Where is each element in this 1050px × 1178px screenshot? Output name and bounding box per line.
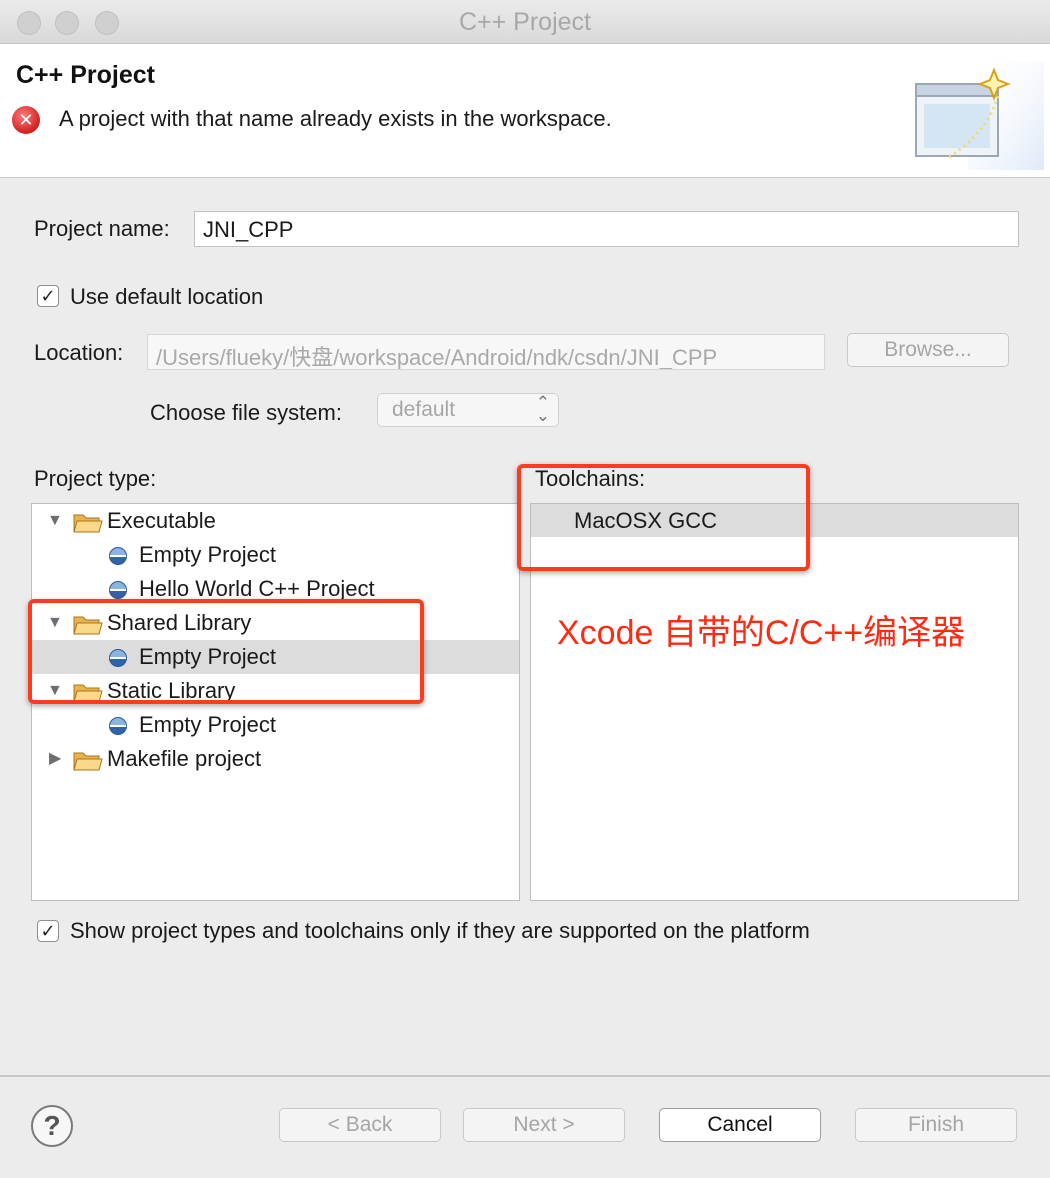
page-title: C++ Project [16, 61, 155, 89]
project-name-label: Project name: [34, 216, 170, 241]
window-title: C++ Project [458, 8, 591, 36]
project-template-icon [109, 717, 127, 735]
tree-item-label: Empty Project [139, 542, 276, 567]
wizard-window-sparkle-icon [915, 62, 1044, 170]
file-system-select[interactable]: default ⌃ ⌄ [377, 393, 559, 427]
show-supported-checkbox[interactable]: ✓ [37, 920, 59, 942]
tree-item-makefile-project[interactable]: ▶ Makefile project [32, 742, 519, 776]
file-system-label: Choose file system: [150, 400, 342, 425]
window-titlebar: C++ Project [0, 0, 1050, 44]
show-supported-label: Show project types and toolchains only i… [70, 918, 810, 943]
project-template-icon [109, 581, 127, 599]
tree-item-empty-project[interactable]: Empty Project [32, 538, 519, 572]
expanded-triangle-icon[interactable]: ▼ [47, 504, 63, 538]
tree-item-executable[interactable]: ▼ Executable [32, 504, 519, 538]
finish-button[interactable]: Finish [855, 1108, 1017, 1142]
cancel-button[interactable]: Cancel [659, 1108, 821, 1142]
location-input[interactable]: /Users/flueky/快盘/workspace/Android/ndk/c… [147, 334, 825, 370]
open-folder-icon [73, 514, 103, 533]
collapsed-triangle-icon[interactable]: ▶ [49, 742, 65, 776]
next-button[interactable]: Next > [463, 1108, 625, 1142]
project-name-input[interactable]: JNI_CPP [194, 211, 1019, 247]
use-default-location-checkbox[interactable]: ✓ [37, 285, 59, 307]
tree-item-label: Makefile project [107, 746, 262, 771]
file-system-value: default [392, 398, 456, 421]
error-message: A project with that name already exists … [59, 106, 612, 131]
tree-item-label: Executable [107, 508, 216, 533]
location-label: Location: [34, 340, 124, 365]
annotation-highlight-shared-library [28, 599, 424, 704]
annotation-highlight-toolchains [517, 464, 810, 571]
annotation-text: Xcode 自带的C/C++编译器 [557, 614, 966, 652]
use-default-location-label: Use default location [70, 284, 264, 309]
tree-item-label: Empty Project [139, 712, 276, 737]
error-x-icon: ✕ [12, 106, 40, 134]
tree-item-empty-project[interactable]: Empty Project [32, 708, 519, 742]
help-icon[interactable]: ? [31, 1105, 73, 1147]
footer-divider [0, 1075, 1050, 1077]
project-type-label: Project type: [34, 466, 157, 491]
project-template-icon [109, 547, 127, 565]
chevron-updown-icon: ⌃ ⌄ [535, 393, 550, 425]
open-folder-icon [73, 752, 103, 771]
browse-button[interactable]: Browse... [847, 333, 1009, 367]
back-button[interactable]: < Back [279, 1108, 441, 1142]
wizard-banner: C++ Project ✕ A project with that name a… [0, 44, 1050, 178]
